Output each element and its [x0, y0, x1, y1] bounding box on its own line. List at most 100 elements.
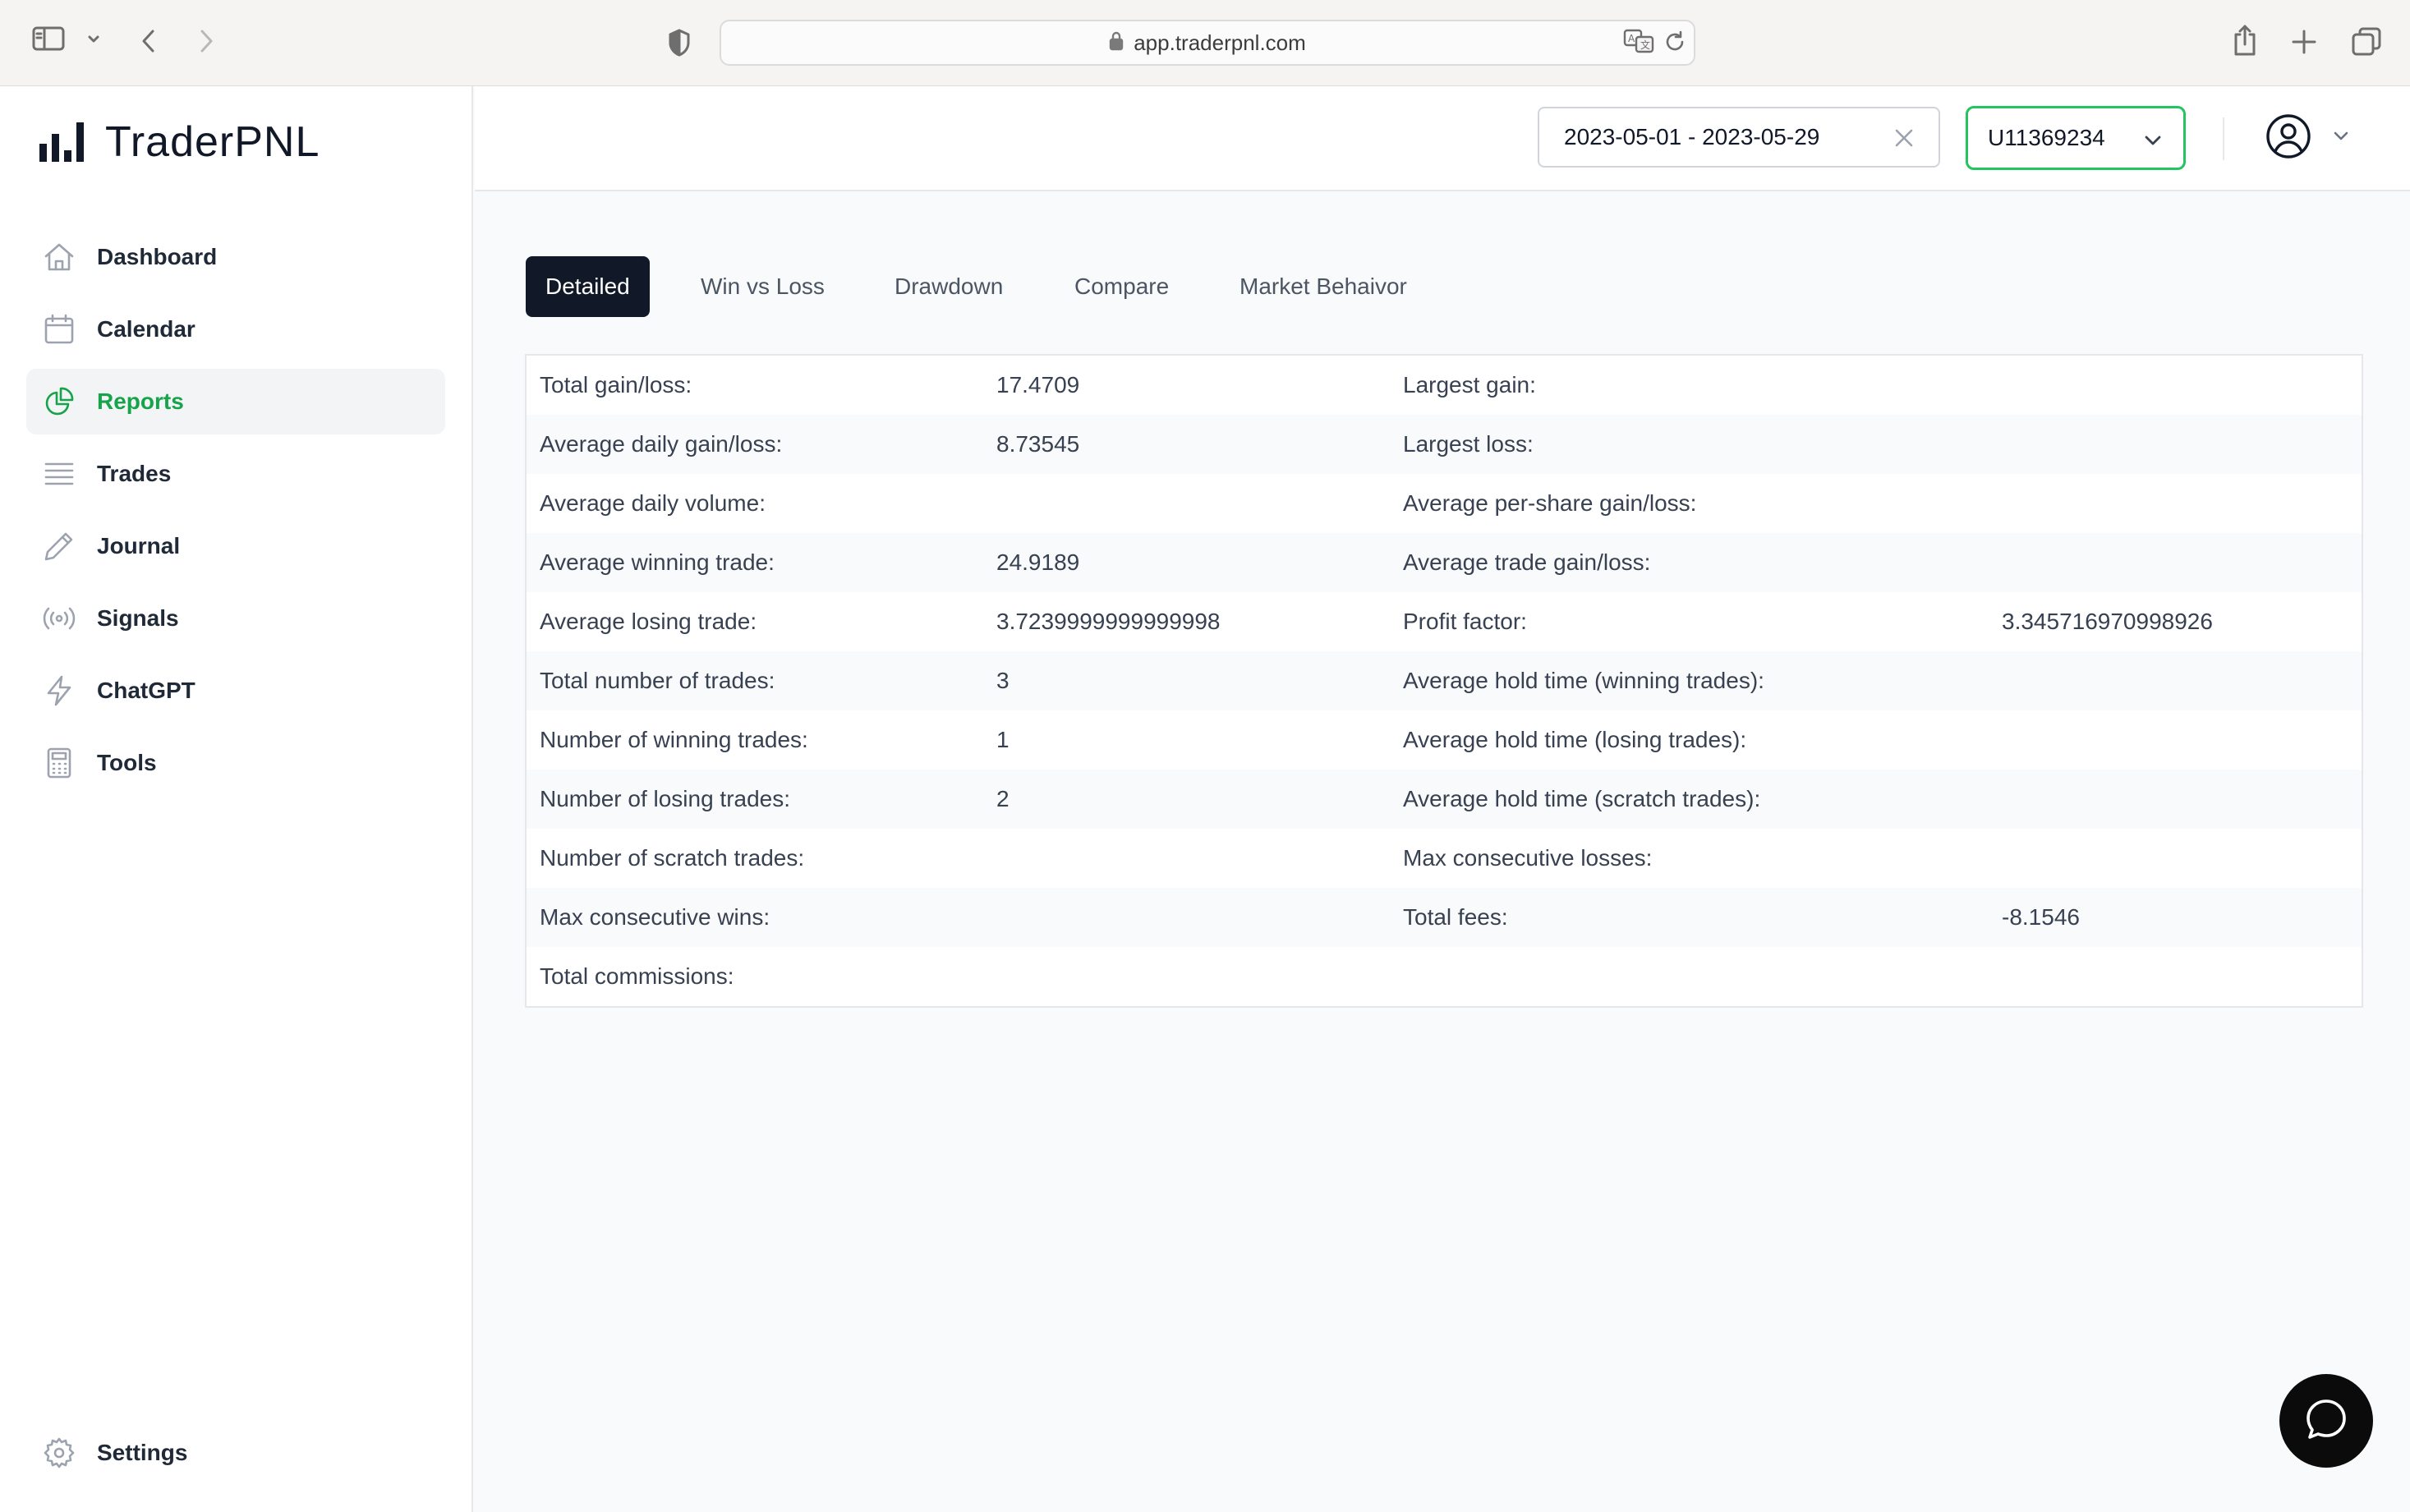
date-range-picker[interactable]: 2023-05-01 - 2023-05-29	[1538, 107, 1940, 168]
browser-toolbar: app.traderpnl.com A文	[0, 0, 2410, 86]
address-bar[interactable]: app.traderpnl.com	[720, 20, 1695, 66]
table-row: Max consecutive wins: Total fees: -8.154…	[527, 888, 2362, 947]
stat-label: Largest loss:	[1403, 431, 1534, 457]
svg-text:A: A	[1628, 33, 1635, 44]
stat-label: Total commissions:	[540, 963, 734, 989]
stat-label: Average winning trade:	[540, 549, 775, 575]
stat-value: 1	[996, 727, 1010, 752]
stat-label: Total gain/loss:	[540, 372, 692, 398]
sidebar-item-signals[interactable]: Signals	[26, 586, 445, 651]
sidebar-item-label: Journal	[97, 533, 181, 558]
sidebar-item-tools[interactable]: Tools	[26, 730, 445, 796]
sidebar-item-chatgpt[interactable]: ChatGPT	[26, 658, 445, 724]
tabs-overview-icon[interactable]	[2351, 26, 2382, 57]
tab-drawdown[interactable]: Drawdown	[875, 256, 1023, 317]
stat-label: Number of losing trades:	[540, 786, 791, 811]
settings-label: Settings	[97, 1440, 188, 1465]
stat-label: Average trade gain/loss:	[1403, 549, 1651, 575]
divider	[2223, 117, 2224, 160]
stat-value: 8.73545	[996, 431, 1080, 457]
stat-label: Average per-share gain/loss:	[1403, 490, 1697, 516]
tab-market-behavior[interactable]: Market Behaivor	[1220, 256, 1427, 317]
share-icon[interactable]	[2231, 23, 2259, 57]
calculator-icon	[41, 745, 77, 781]
chat-button[interactable]	[2279, 1374, 2373, 1468]
stat-value: 24.9189	[996, 549, 1080, 575]
sidebar-item-label: Dashboard	[97, 244, 218, 269]
table-row: Average daily gain/loss: 8.73545 Largest…	[527, 415, 2362, 474]
table-row: Average daily volume: Average per-share …	[527, 474, 2362, 533]
translate-icon[interactable]: A文	[1623, 28, 1656, 54]
logo-text: TraderPNL	[105, 118, 320, 166]
logo-bars-icon	[39, 122, 84, 162]
user-avatar-icon	[2265, 113, 2311, 163]
stat-label: Total fees:	[1403, 904, 1508, 930]
stat-value: 2	[996, 786, 1010, 811]
stat-label: Profit factor:	[1403, 609, 1527, 634]
chat-bubble-icon	[2303, 1396, 2349, 1446]
svg-text:文: 文	[1640, 39, 1650, 51]
reload-icon[interactable]	[1663, 30, 1687, 54]
stat-label: Number of scratch trades:	[540, 845, 805, 871]
sidebar-item-settings[interactable]: Settings	[26, 1420, 445, 1486]
calendar-icon	[41, 311, 77, 347]
account-value: U11369234	[1988, 125, 2105, 150]
stats-table: Total gain/loss: 17.4709 Largest gain: A…	[525, 354, 2363, 1008]
table-row: Total commissions:	[527, 947, 2362, 1006]
sidebar-item-label: Calendar	[97, 316, 195, 342]
stat-value: 3.345716970998926	[2002, 609, 2213, 634]
new-tab-icon[interactable]	[2290, 28, 2318, 56]
stat-label: Average daily volume:	[540, 490, 766, 516]
sidebar: TraderPNL Dashboard Calendar Reports Tra…	[0, 86, 473, 1512]
stat-label: Average hold time (scratch trades):	[1403, 786, 1761, 811]
list-icon	[41, 456, 77, 492]
sidebar-toggle-icon[interactable]	[31, 25, 67, 53]
stat-label: Average hold time (losing trades):	[1403, 727, 1747, 752]
stat-label: Total number of trades:	[540, 668, 775, 693]
stat-label: Max consecutive losses:	[1403, 845, 1653, 871]
chevron-down-icon[interactable]	[85, 31, 102, 48]
sidebar-item-label: Signals	[97, 605, 179, 631]
stat-label: Average hold time (winning trades):	[1403, 668, 1764, 693]
stat-value: 3.7239999999999998	[996, 609, 1221, 634]
table-row: Average winning trade: 24.9189 Average t…	[527, 533, 2362, 592]
sidebar-item-calendar[interactable]: Calendar	[26, 296, 445, 362]
pie-chart-icon	[41, 384, 77, 420]
lock-icon	[1109, 31, 1124, 55]
tab-detailed[interactable]: Detailed	[526, 256, 650, 317]
sidebar-item-label: Trades	[97, 461, 172, 486]
table-row: Total gain/loss: 17.4709 Largest gain:	[527, 356, 2362, 415]
tab-compare[interactable]: Compare	[1055, 256, 1189, 317]
logo[interactable]: TraderPNL	[39, 117, 320, 167]
chevron-down-icon	[2331, 126, 2351, 150]
sidebar-item-label: Reports	[97, 388, 184, 414]
sidebar-item-trades[interactable]: Trades	[26, 441, 445, 507]
tab-win-vs-loss[interactable]: Win vs Loss	[681, 256, 844, 317]
date-range-value: 2023-05-01 - 2023-05-29	[1564, 124, 1820, 149]
top-header: 2023-05-01 - 2023-05-29 U11369234	[475, 86, 2410, 191]
lightning-icon	[41, 673, 77, 709]
stat-label: Number of winning trades:	[540, 727, 808, 752]
gear-icon	[41, 1435, 77, 1471]
back-icon[interactable]	[136, 26, 161, 56]
table-row: Number of losing trades: 2 Average hold …	[527, 770, 2362, 829]
broadcast-icon	[41, 600, 77, 637]
sidebar-item-label: ChatGPT	[97, 678, 195, 703]
close-icon[interactable]	[1893, 126, 1916, 154]
table-row: Total number of trades: 3 Average hold t…	[527, 651, 2362, 710]
sidebar-item-journal[interactable]: Journal	[26, 513, 445, 579]
stat-label: Average daily gain/loss:	[540, 431, 783, 457]
privacy-shield-icon[interactable]	[667, 28, 692, 57]
table-row: Number of scratch trades: Max consecutiv…	[527, 829, 2362, 888]
stat-value: 17.4709	[996, 372, 1080, 398]
sidebar-item-reports[interactable]: Reports	[26, 369, 445, 434]
account-select[interactable]: U11369234	[1966, 106, 2186, 170]
forward-icon[interactable]	[194, 26, 218, 56]
home-icon	[41, 239, 77, 275]
stat-value: -8.1546	[2002, 904, 2080, 930]
pencil-icon	[41, 528, 77, 564]
sidebar-item-dashboard[interactable]: Dashboard	[26, 224, 445, 290]
user-menu-button[interactable]	[2265, 113, 2351, 163]
stat-label: Max consecutive wins:	[540, 904, 770, 930]
stat-value: 3	[996, 668, 1010, 693]
